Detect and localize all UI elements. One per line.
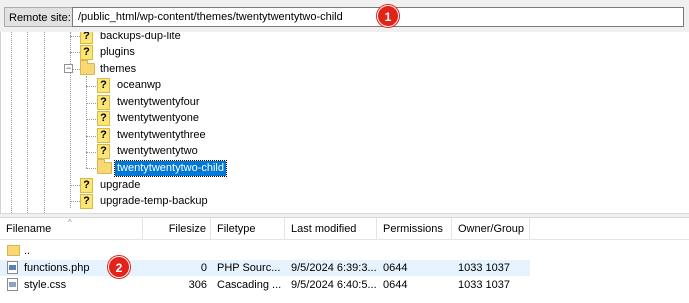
tree-item-label: oceanwp [117, 79, 162, 91]
file-row-parent-directory[interactable]: .. [0, 243, 530, 259]
remote-site-bar: Remote site: /public_html/wp-content/the… [0, 0, 689, 32]
column-header-filename[interactable]: Filename ^ [0, 218, 143, 240]
file-list-header: Filename ^ Filesize Filetype Last modifi… [0, 218, 689, 240]
tree-item-label: plugins [100, 46, 135, 58]
unknown-folder-icon: ? [97, 111, 110, 126]
file-size: 306 [188, 279, 207, 291]
file-permissions: 0644 [383, 279, 408, 291]
unknown-folder-icon: ? [80, 45, 93, 60]
sort-ascending-icon: ^ [68, 218, 72, 227]
tree-item-label: twentytwentytwo-child [114, 160, 227, 177]
unknown-folder-icon: ? [97, 95, 110, 110]
file-row-functions-php[interactable]: functions.php 0 PHP Sourc... 9/5/2024 6:… [0, 260, 530, 276]
file-type: PHP Sourc... [217, 262, 281, 274]
php-file-icon [7, 261, 18, 274]
unknown-folder-icon: ? [80, 32, 93, 44]
file-size: 0 [200, 262, 207, 274]
tree-item-label: upgrade-temp-backup [100, 195, 208, 207]
column-header-last-modified[interactable]: Last modified [285, 218, 377, 240]
tree-item-label: upgrade [100, 179, 141, 191]
unknown-folder-icon: ? [97, 128, 110, 143]
column-header-filetype[interactable]: Filetype [211, 218, 285, 240]
unknown-folder-icon: ? [80, 178, 93, 193]
callout-badge-2: 2 [108, 256, 130, 278]
callout-badge-1: 1 [377, 5, 399, 27]
folder-icon [97, 159, 112, 174]
file-name: style.css [24, 279, 67, 291]
file-owner-group: 1033 1037 [458, 262, 510, 274]
column-header-owner-group[interactable]: Owner/Group [452, 218, 530, 240]
tree-item-label: twentytwentythree [117, 129, 206, 141]
parent-folder-icon [7, 245, 20, 256]
remote-directory-tree[interactable]: ? backups-dup-lite ? plugins − themes ? … [0, 32, 689, 213]
tree-item-label: twentytwentyone [117, 112, 199, 124]
unknown-folder-icon: ? [97, 78, 110, 93]
css-file-icon [7, 278, 18, 291]
remote-file-list[interactable]: Filename ^ Filesize Filetype Last modifi… [0, 218, 689, 303]
folder-icon [80, 60, 95, 75]
tree-item-label: twentytwentytwo [117, 145, 198, 157]
file-modified: 9/5/2024 6:40:5... [291, 279, 377, 291]
file-type: Cascading ... [217, 279, 282, 291]
tree-item-label: backups-dup-lite [100, 32, 181, 42]
column-header-filesize[interactable]: Filesize [143, 218, 211, 240]
tree-item-label: twentytwentyfour [117, 96, 200, 108]
file-permissions: 0644 [383, 262, 408, 274]
file-owner-group: 1033 1037 [458, 279, 510, 291]
file-row-style-css[interactable]: style.css 306 Cascading ... 9/5/2024 6:4… [0, 277, 530, 293]
file-modified: 9/5/2024 6:39:3... [291, 262, 377, 274]
remote-site-label: Remote site: [4, 7, 76, 27]
unknown-folder-icon: ? [80, 194, 93, 209]
tree-item-label: themes [100, 63, 137, 75]
unknown-folder-icon: ? [97, 144, 110, 159]
collapse-toggle-icon[interactable]: − [64, 64, 73, 73]
column-header-permissions[interactable]: Permissions [377, 218, 452, 240]
